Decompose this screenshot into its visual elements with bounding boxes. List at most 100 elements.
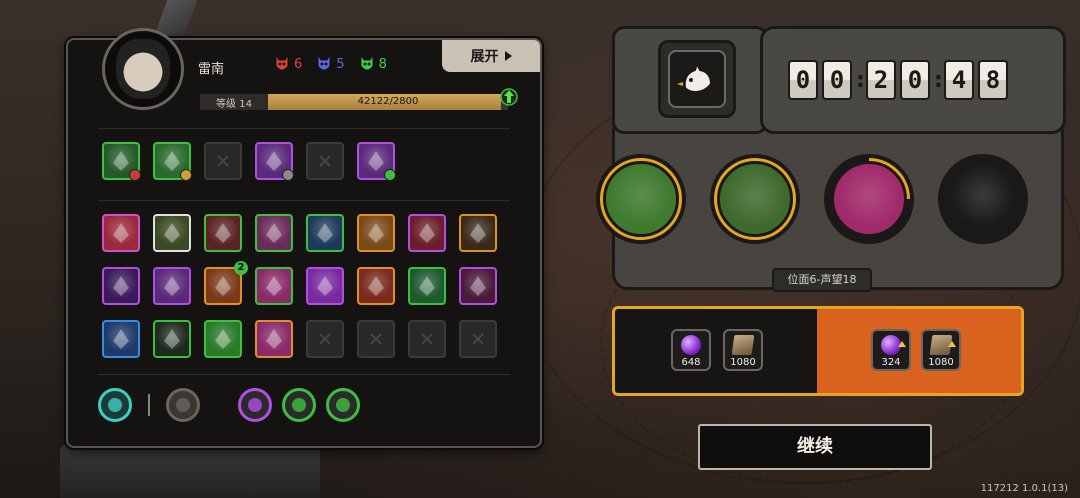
skill-glyph: [164, 151, 180, 171]
timer-colon: :: [934, 67, 943, 93]
empty-skill-slot[interactable]: [306, 320, 344, 358]
purple-claw-skill-icon[interactable]: [255, 142, 294, 181]
purple-crown-skill-icon[interactable]: [153, 267, 191, 305]
skill-glyph: [317, 223, 333, 243]
boss-portrait: [945, 161, 1021, 237]
gem-icon: [129, 169, 141, 181]
duck-icon: [677, 62, 713, 94]
purple-eye-skill-icon[interactable]: [357, 142, 396, 181]
green-burst-skill-icon[interactable]: [153, 142, 192, 181]
token-count: 6: [294, 56, 303, 72]
purple-tentacle-skill-icon[interactable]: [306, 267, 344, 305]
boss-portrait: [831, 161, 907, 237]
boss-portrait: [603, 161, 679, 237]
timer-colon: :: [856, 67, 865, 93]
gem-icon: [282, 169, 294, 181]
bonus-arrow-icon: [898, 341, 906, 347]
xp-bar: 42122/2800: [268, 94, 508, 110]
purple-spear-skill-icon[interactable]: [102, 267, 140, 305]
reward-value: 1080: [730, 357, 756, 368]
skill-glyph: [113, 151, 129, 171]
separator: [148, 394, 150, 416]
skill-glyph: [368, 223, 384, 243]
character-decoration: [60, 445, 320, 498]
spiral-skill-icon[interactable]: 2: [204, 261, 248, 305]
lightning-skill-icon[interactable]: [102, 320, 140, 358]
spiked-beast-boss-icon[interactable]: [710, 154, 800, 244]
empty-skill-slot[interactable]: [204, 142, 242, 180]
empty-skill-slot[interactable]: [408, 320, 446, 358]
green-crystal-skill-icon[interactable]: [102, 142, 141, 181]
reward-book: 1080: [921, 329, 961, 371]
token-count: 8: [378, 56, 387, 72]
duck-emblem[interactable]: [658, 40, 736, 118]
book-icon: [731, 335, 755, 355]
fly-boss-icon[interactable]: [596, 154, 686, 244]
reward-value: 1080: [928, 357, 954, 368]
divider: [98, 374, 510, 375]
empty-skill-slot[interactable]: [357, 320, 395, 358]
locked-boss-icon[interactable]: [938, 154, 1028, 244]
slash-skill-icon[interactable]: [255, 214, 293, 252]
red-demon-skill-icon[interactable]: [102, 214, 140, 252]
skill-glyph: [164, 223, 180, 243]
expand-label: 展开: [470, 49, 499, 65]
divider: [98, 128, 510, 129]
run-timer-device: 00:20:48 位面6-声望18: [596, 20, 1066, 292]
bonus-reward-section[interactable]: [817, 309, 1021, 393]
token-2: 8: [359, 54, 387, 74]
green-slash-skill-icon[interactable]: [204, 320, 242, 358]
stage-label: 位面6-声望18: [772, 268, 872, 292]
fist-skill-icon[interactable]: [255, 320, 293, 358]
purple-scroll-skill-icon[interactable]: [459, 267, 497, 305]
play-arrow-icon: [504, 51, 512, 61]
avatar[interactable]: [102, 28, 184, 110]
skill-glyph: [215, 223, 231, 243]
continue-button[interactable]: 继续: [698, 424, 932, 470]
divider: [98, 200, 510, 201]
purple-rune-icon[interactable]: [238, 388, 272, 422]
icon-glyph: [108, 398, 122, 412]
skill-glyph: [368, 151, 384, 171]
shark-skill-icon[interactable]: [306, 214, 344, 252]
pink-hooded-boss-icon[interactable]: [824, 154, 914, 244]
icon-glyph: [248, 398, 262, 412]
expand-button[interactable]: 展开: [442, 40, 540, 72]
green-flask-icon[interactable]: [326, 388, 360, 422]
pink-orb-skill-icon[interactable]: [255, 267, 293, 305]
reward-purple-orb: 648: [671, 329, 711, 371]
skill-glyph: [266, 151, 282, 171]
icon-glyph: [336, 398, 350, 412]
gold-helmet-skill-icon[interactable]: [357, 267, 395, 305]
boss-portrait: [717, 161, 793, 237]
chain-icon[interactable]: [166, 388, 200, 422]
stack-badge: 2: [234, 261, 248, 275]
yellow-v-skill-icon[interactable]: [153, 214, 191, 252]
xp-text: 42122/2800: [357, 96, 419, 107]
gray-rune-icon[interactable]: [282, 388, 316, 422]
reward-value: 648: [681, 357, 701, 368]
hooded-figure-skill-icon[interactable]: [153, 320, 191, 358]
icon-glyph: [176, 398, 190, 412]
timer-digit: 2: [866, 60, 896, 100]
empty-skill-slot[interactable]: [306, 142, 344, 180]
skill-glyph: [419, 276, 435, 296]
timer-digit: 8: [978, 60, 1008, 100]
version-text: 117212 1.0.1(13): [980, 483, 1068, 494]
green-vortex-skill-icon[interactable]: [408, 267, 446, 305]
empty-skill-slot[interactable]: [459, 320, 497, 358]
timer-digit: 4: [944, 60, 974, 100]
skill-glyph: [113, 223, 129, 243]
reward-value: 324: [881, 357, 901, 368]
horned-skull-skill-icon[interactable]: [204, 214, 242, 252]
skill-glyph: [470, 276, 486, 296]
level-up-arrow-icon[interactable]: [500, 86, 518, 108]
skill-glyph: [317, 276, 333, 296]
skill-glyph: [368, 276, 384, 296]
golden-dog-skill-icon[interactable]: [459, 214, 497, 252]
demon-mask-icon: [360, 54, 374, 71]
red-eye-skill-icon[interactable]: [408, 214, 446, 252]
gem-icon: [384, 169, 396, 181]
flashlight-icon[interactable]: [98, 388, 132, 422]
flame-skill-icon[interactable]: [357, 214, 395, 252]
